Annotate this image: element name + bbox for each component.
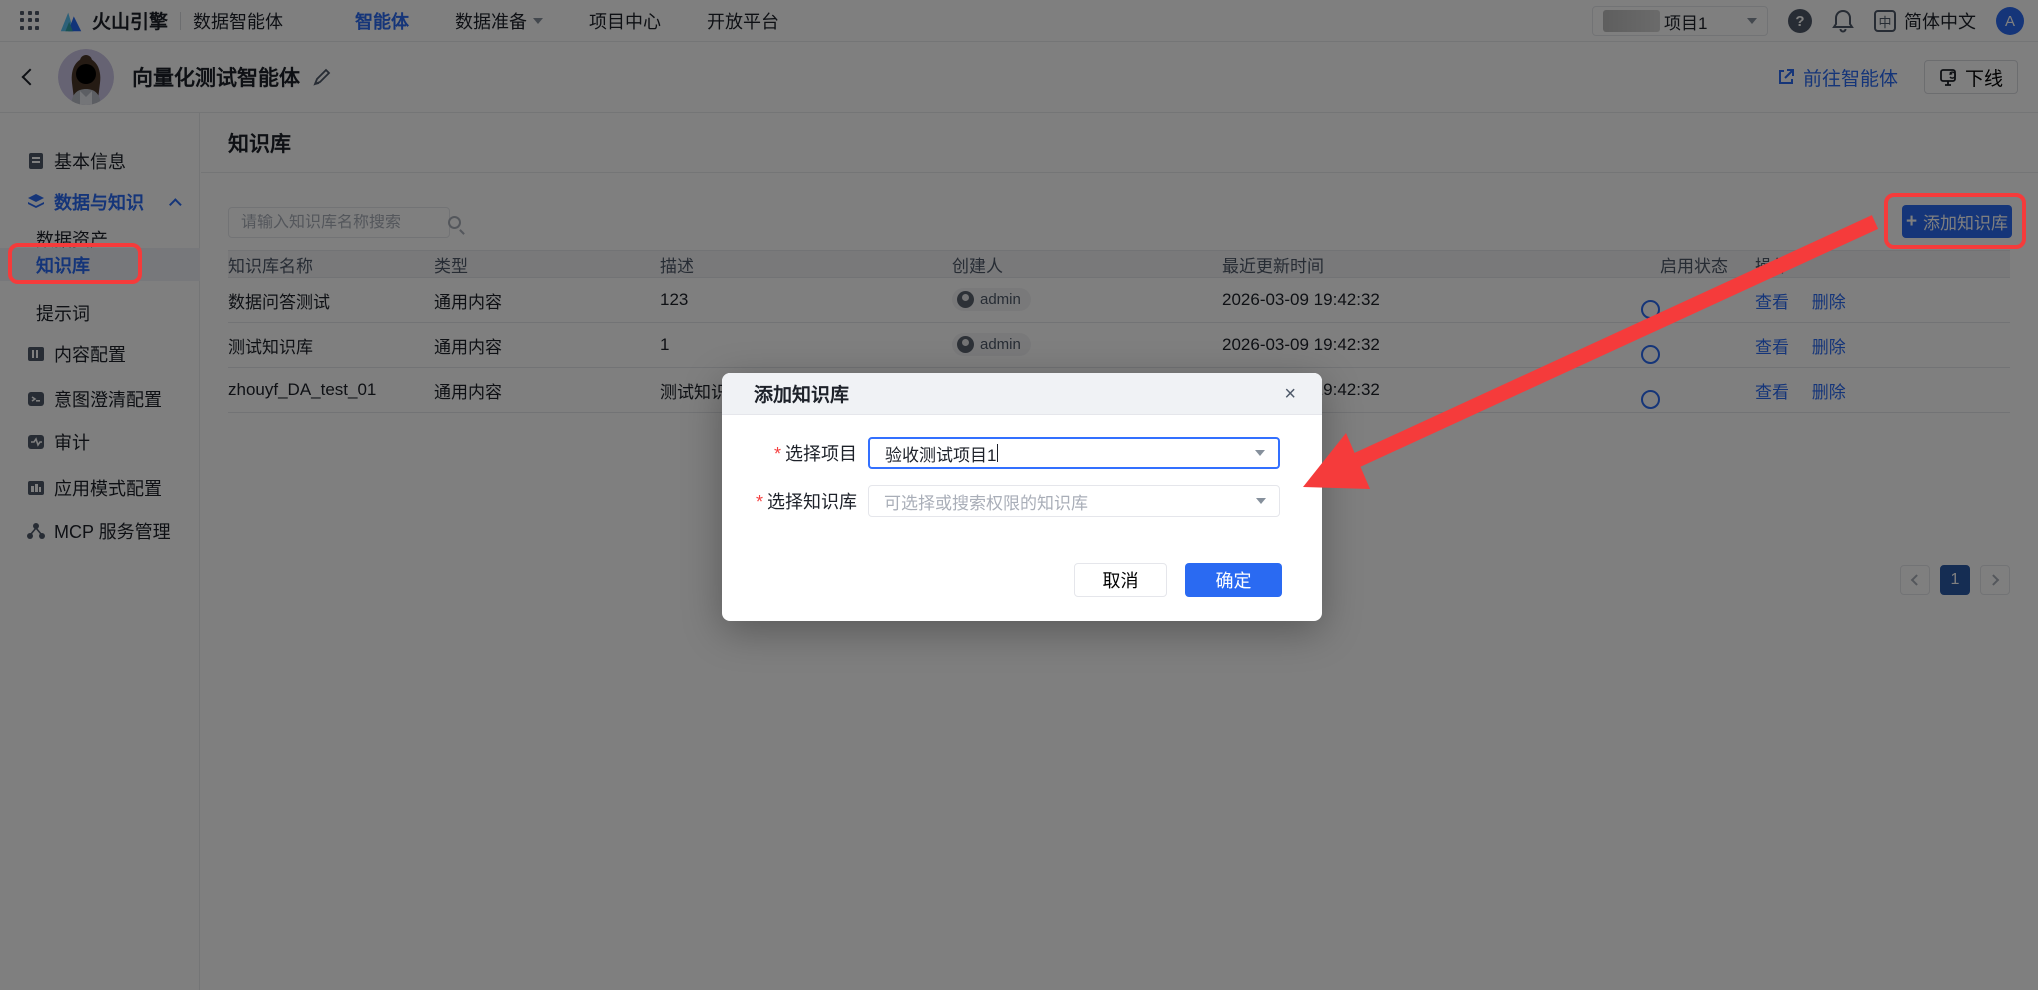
select-project-field: * 选择项目 验收测试项目1: [722, 437, 1322, 469]
project-select-input[interactable]: 验收测试项目1: [868, 437, 1280, 469]
select-knowledge-base-field: * 选择知识库 可选择或搜索权限的知识库: [722, 485, 1322, 517]
add-knowledge-base-modal: 添加知识库 × * 选择项目 验收测试项目1 * 选择知识库 可选择或搜索权限的知识…: [722, 373, 1322, 621]
confirm-button[interactable]: 确定: [1185, 563, 1282, 597]
caret-down-icon: [1255, 450, 1265, 456]
cancel-button[interactable]: 取消: [1074, 563, 1167, 597]
modal-title: 添加知识库: [754, 385, 850, 406]
field-label: * 选择知识库: [755, 492, 857, 512]
project-select-value: 验收测试项目1: [885, 445, 997, 465]
required-asterisk: *: [755, 492, 763, 512]
modal-footer: 取消 确定: [722, 563, 1322, 603]
caret-down-icon: [1256, 498, 1266, 504]
knowledge-base-select-input[interactable]: 可选择或搜索权限的知识库: [868, 485, 1280, 517]
kb-select-placeholder: 可选择或搜索权限的知识库: [884, 493, 1088, 513]
required-asterisk: *: [773, 444, 781, 464]
field-label: * 选择项目: [773, 444, 857, 464]
modal-header: 添加知识库 ×: [722, 373, 1322, 415]
text-cursor: [997, 444, 999, 462]
close-icon[interactable]: ×: [1284, 383, 1296, 406]
